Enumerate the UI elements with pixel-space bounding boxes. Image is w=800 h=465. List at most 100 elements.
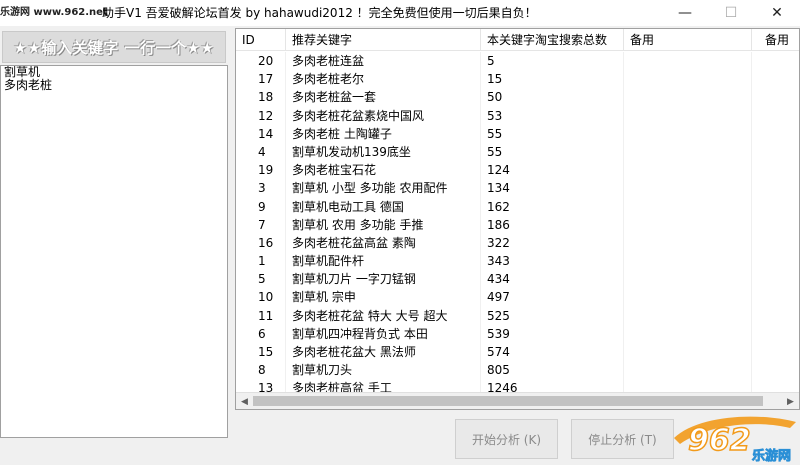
cell-id: 5 <box>236 270 286 289</box>
cell-reserve-1 <box>624 88 752 107</box>
cell-keyword: 割草机四冲程背负式 本田 <box>286 324 481 343</box>
title-bar: 乐游网 www.962.net 助手V1 吾爱破解论坛首发 by hahawud… <box>0 0 800 26</box>
table-row[interactable]: 16 多肉老桩花盆高盆 素陶 322 <box>236 233 799 253</box>
cell-id: 18 <box>236 88 286 107</box>
table-row[interactable]: 15 多肉老桩花盆大 黑法师 574 <box>236 343 799 362</box>
logo-number: 962 <box>688 423 751 458</box>
scrollbar-thumb[interactable] <box>253 396 763 406</box>
minimize-button[interactable]: — <box>662 0 708 26</box>
cell-keyword: 割草机刀片 一字刀锰钢 <box>286 270 481 289</box>
cell-reserve-2 <box>752 252 799 270</box>
cell-search-count: 53 <box>481 106 624 125</box>
cell-keyword: 多肉老桩花盆 特大 大号 超大 <box>286 306 481 325</box>
cell-id: 14 <box>236 124 286 143</box>
cell-search-count: 5 <box>481 52 624 71</box>
cell-keyword: 割草机发动机139底坐 <box>286 142 481 162</box>
table-row[interactable]: 6 割草机四冲程背负式 本田 539 <box>236 324 799 343</box>
cell-search-count: 55 <box>481 142 624 162</box>
column-header-search-count[interactable]: 本关键字淘宝搜索总数 <box>481 29 624 51</box>
cell-reserve-2 <box>752 179 799 197</box>
cell-reserve-2 <box>752 307 799 325</box>
cell-id: 3 <box>236 179 286 198</box>
cell-reserve-2 <box>752 234 799 252</box>
maximize-button[interactable]: ☐ <box>708 0 754 26</box>
column-header-id[interactable]: ID <box>236 29 286 51</box>
cell-keyword: 割草机 农用 多功能 手推 <box>286 215 481 234</box>
scroll-right-icon[interactable]: ▶ <box>782 393 799 409</box>
cell-reserve-1 <box>624 343 752 362</box>
cell-keyword: 多肉老桩花盆高盆 素陶 <box>286 233 481 253</box>
table-row[interactable]: 1 割草机配件杆 343 <box>236 252 799 271</box>
table-row[interactable]: 9 割草机电动工具 德国 162 <box>236 197 799 216</box>
column-header-reserve-2[interactable]: 备用 <box>752 29 799 51</box>
site-watermark: 乐游网 www.962.net <box>0 6 110 20</box>
column-header-keyword[interactable]: 推荐关键字 <box>286 29 481 51</box>
cell-keyword: 割草机 宗申 <box>286 288 481 307</box>
cell-reserve-1 <box>624 52 752 71</box>
cell-keyword: 多肉老桩 土陶罐子 <box>286 124 481 143</box>
start-analysis-button[interactable]: 开始分析 (K) <box>455 419 558 459</box>
cell-reserve-1 <box>624 215 752 234</box>
table-row[interactable]: 3 割草机 小型 多功能 农用配件 134 <box>236 179 799 198</box>
cell-reserve-2 <box>752 325 799 343</box>
cell-id: 12 <box>236 106 286 125</box>
cell-reserve-2 <box>752 361 799 379</box>
window-title: 助手V1 吾爱破解论坛首发 by hahawudi2012 ！完全免费但使用一切… <box>102 6 537 20</box>
scroll-left-icon[interactable]: ◀ <box>236 393 253 409</box>
watermark-logo: 962 乐游网 <box>674 416 796 464</box>
cell-search-count: 124 <box>481 161 624 180</box>
cell-keyword: 割草机 小型 多功能 农用配件 <box>286 179 481 198</box>
table-body: 20 多肉老桩连盆 5 17 多肉老桩老尔 15 18 多肉老桩盆一套 50 12 多肉老桩花盆素烧… <box>236 52 799 409</box>
cell-reserve-1 <box>624 288 752 307</box>
cell-reserve-1 <box>624 197 752 216</box>
table-row[interactable]: 5 割草机刀片 一字刀锰钢 434 <box>236 270 799 289</box>
cell-id: 16 <box>236 233 286 253</box>
close-button[interactable]: ✕ <box>754 0 800 26</box>
cell-reserve-2 <box>752 216 799 234</box>
table-row[interactable]: 7 割草机 农用 多功能 手推 186 <box>236 215 799 234</box>
table-row[interactable]: 14 多肉老桩 土陶罐子 55 <box>236 124 799 143</box>
cell-id: 19 <box>236 161 286 180</box>
input-keywords-button[interactable]: ★★输入关键字 一行一个★★ <box>2 31 226 63</box>
cell-reserve-2 <box>752 198 799 216</box>
cell-search-count: 525 <box>481 306 624 325</box>
table-row[interactable]: 18 多肉老桩盆一套 50 <box>236 88 799 107</box>
cell-reserve-1 <box>624 142 752 162</box>
cell-reserve-1 <box>624 70 752 89</box>
table-row[interactable]: 4 割草机发动机139底坐 55 <box>236 142 799 162</box>
column-header-reserve-1[interactable]: 备用 <box>624 29 752 51</box>
table-row[interactable]: 17 多肉老桩老尔 15 <box>236 70 799 89</box>
table-row[interactable]: 12 多肉老桩花盆素烧中国风 53 <box>236 106 799 125</box>
stop-analysis-button[interactable]: 停止分析 (T) <box>571 419 674 459</box>
table-header: ID 推荐关键字 本关键字淘宝搜索总数 备用 备用 <box>236 29 799 51</box>
cell-reserve-1 <box>624 106 752 125</box>
cell-id: 15 <box>236 343 286 362</box>
cell-id: 1 <box>236 252 286 271</box>
table-row[interactable]: 20 多肉老桩连盆 5 <box>236 52 799 71</box>
cell-search-count: 343 <box>481 252 624 271</box>
cell-id: 4 <box>236 142 286 162</box>
cell-id: 10 <box>236 288 286 307</box>
cell-keyword: 多肉老桩花盆大 黑法师 <box>286 343 481 362</box>
cell-keyword: 多肉老桩宝石花 <box>286 161 481 180</box>
table-row[interactable]: 11 多肉老桩花盆 特大 大号 超大 525 <box>236 306 799 325</box>
cell-reserve-1 <box>624 324 752 343</box>
cell-keyword: 多肉老桩连盆 <box>286 52 481 71</box>
table-row[interactable]: 10 割草机 宗申 497 <box>236 288 799 307</box>
cell-id: 9 <box>236 197 286 216</box>
cell-keyword: 割草机刀头 <box>286 361 481 380</box>
horizontal-scrollbar[interactable]: ◀ ▶ <box>236 392 799 409</box>
cell-search-count: 55 <box>481 124 624 143</box>
cell-search-count: 162 <box>481 197 624 216</box>
cell-search-count: 322 <box>481 233 624 253</box>
cell-id: 20 <box>236 52 286 71</box>
table-row[interactable]: 19 多肉老桩宝石花 124 <box>236 161 799 180</box>
cell-id: 11 <box>236 306 286 325</box>
cell-search-count: 574 <box>481 343 624 362</box>
keywords-textarea[interactable]: 割草机 多肉老桩 <box>0 65 228 438</box>
cell-search-count: 50 <box>481 88 624 107</box>
table-row[interactable]: 8 割草机刀头 805 <box>236 361 799 380</box>
cell-keyword: 多肉老桩花盆素烧中国风 <box>286 106 481 125</box>
cell-id: 6 <box>236 324 286 343</box>
cell-reserve-2 <box>752 125 799 143</box>
